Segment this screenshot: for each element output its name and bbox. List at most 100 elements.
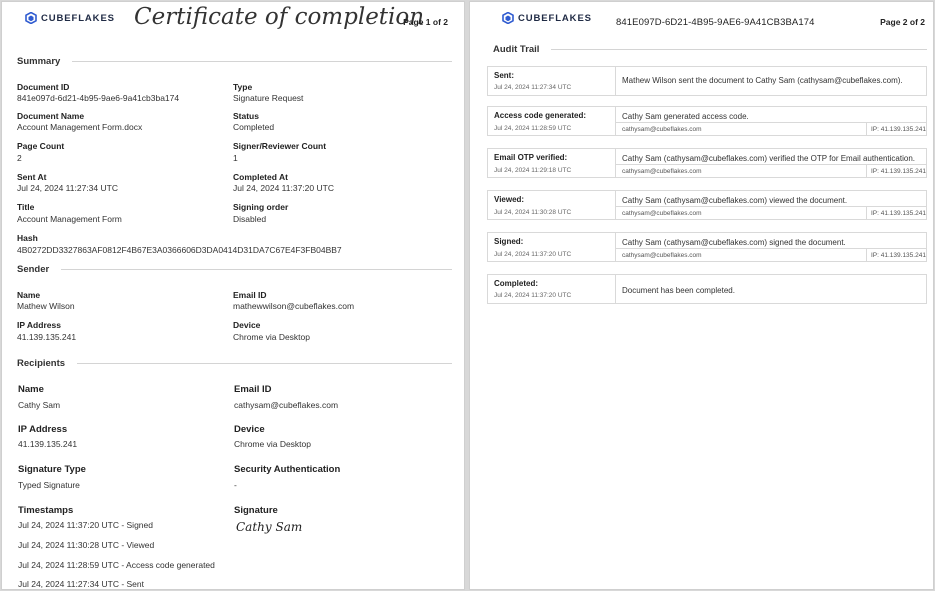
brand-name: CUBEFLAKES	[518, 12, 592, 24]
audit-event-email: cathysam@cubeflakes.com	[622, 210, 702, 217]
signing-order-value: Disabled	[233, 214, 267, 224]
summary-heading: Summary	[17, 56, 452, 67]
type-value: Signature Request	[233, 93, 304, 103]
field-label: Status	[233, 111, 259, 121]
audit-event-signed: Signed: Jul 24, 2024 11:37:20 UTC Cathy …	[487, 232, 927, 262]
timestamp-item: Jul 24, 2024 11:28:59 UTC - Access code …	[18, 560, 215, 570]
audit-event-time: Jul 24, 2024 11:30:28 UTC	[494, 209, 572, 216]
audit-event-otp-verified: Email OTP verified: Jul 24, 2024 11:29:1…	[487, 148, 927, 178]
document-id-value: 841e097d-6d21-4b95-9ae6-9a41cb3ba174	[17, 93, 180, 103]
audit-event-meta: cathysam@cubeflakes.com IP: 41.139.135.2…	[616, 122, 926, 135]
audit-event-description: Mathew Wilson sent the document to Cathy…	[622, 76, 903, 85]
page-number: Page 2 of 2	[880, 17, 925, 27]
audit-event-viewed: Viewed: Jul 24, 2024 11:30:28 UTC Cathy …	[487, 190, 927, 220]
field-label: Email ID	[234, 384, 272, 395]
signer-count-value: 1	[233, 153, 238, 163]
sender-device-value: Chrome via Desktop	[233, 332, 311, 342]
completed-at-value: Jul 24, 2024 11:37:20 UTC	[233, 183, 334, 193]
audit-event-description: Cathy Sam (cathysam@cubeflakes.com) view…	[622, 196, 848, 205]
audit-trail-heading: Audit Trail	[493, 44, 927, 55]
field-label: Signature Type	[18, 464, 86, 475]
audit-event-email: cathysam@cubeflakes.com	[622, 126, 702, 133]
section-divider	[72, 61, 452, 62]
title-value: Account Management Form	[17, 214, 122, 224]
sender-email-value: mathewwilson@cubeflakes.com	[233, 301, 355, 311]
recipient-email-value: cathysam@cubeflakes.com	[234, 400, 339, 410]
section-title: Audit Trail	[493, 44, 540, 55]
field-label: Page Count	[17, 141, 65, 151]
security-auth-value: -	[234, 480, 237, 490]
field-label: Hash	[17, 233, 38, 243]
audit-event-time: Jul 24, 2024 11:37:20 UTC	[494, 251, 572, 258]
brand-name: CUBEFLAKES	[41, 12, 115, 24]
section-title: Recipients	[17, 358, 66, 369]
brand-logo: CUBEFLAKES	[25, 12, 115, 24]
field-label: Title	[17, 202, 35, 212]
audit-event-description: Cathy Sam generated access code.	[622, 112, 749, 121]
field-label: Sent At	[17, 172, 47, 182]
audit-event-label: Access code generated:	[494, 111, 587, 120]
field-label: Device	[233, 320, 261, 330]
section-title: Summary	[17, 56, 61, 67]
audit-event-ip: IP: 41.139.135.241	[866, 207, 926, 219]
field-label: Type	[233, 82, 253, 92]
audit-event-sent: Sent: Jul 24, 2024 11:27:34 UTC Mathew W…	[487, 66, 927, 96]
certificate-page-2: CUBEFLAKES 841E097D-6D21-4B95-9AE6-9A41C…	[469, 1, 934, 590]
audit-event-time: Jul 24, 2024 11:29:18 UTC	[494, 167, 572, 174]
section-title: Sender	[17, 264, 50, 275]
document-name-value: Account Management Form.docx	[17, 122, 143, 132]
hash-value: 4B0272DD3327863AF0812F4B67E3A0366606D3DA…	[17, 245, 342, 255]
status-value: Completed	[233, 122, 275, 132]
page-count-value: 2	[17, 153, 22, 163]
audit-event-ip: IP: 41.139.135.241	[866, 165, 926, 177]
field-label: Completed At	[233, 172, 288, 182]
section-divider	[77, 363, 452, 364]
field-label: Device	[234, 424, 265, 435]
recipient-device-value: Chrome via Desktop	[234, 439, 312, 449]
audit-event-ip: IP: 41.139.135.241	[866, 249, 926, 261]
field-label: Name	[18, 384, 44, 395]
audit-event-time: Jul 24, 2024 11:27:34 UTC	[494, 84, 572, 91]
field-label: Document Name	[17, 111, 85, 121]
audit-event-email: cathysam@cubeflakes.com	[622, 168, 702, 175]
cube-logo-icon	[25, 12, 37, 24]
audit-event-time: Jul 24, 2024 11:28:59 UTC	[494, 125, 572, 132]
audit-event-label: Viewed:	[494, 195, 525, 204]
sent-at-value: Jul 24, 2024 11:27:34 UTC	[17, 183, 118, 193]
recipient-name-value: Cathy Sam	[18, 400, 61, 410]
timestamps-label: Timestamps	[18, 505, 74, 516]
sender-ip-value: 41.139.135.241	[17, 332, 77, 342]
sender-heading: Sender	[17, 264, 452, 275]
signature-label: Signature	[234, 505, 278, 516]
audit-event-label: Email OTP verified:	[494, 153, 568, 162]
audit-event-email: cathysam@cubeflakes.com	[622, 252, 702, 259]
section-divider	[61, 269, 452, 270]
brand-logo: CUBEFLAKES	[502, 12, 592, 24]
document-id-header: 841E097D-6D21-4B95-9AE6-9A41CB3BA174	[616, 17, 815, 28]
audit-event-meta: cathysam@cubeflakes.com IP: 41.139.135.2…	[616, 206, 926, 219]
page-number: Page 1 of 2	[403, 17, 448, 27]
audit-event-description: Cathy Sam (cathysam@cubeflakes.com) veri…	[622, 154, 915, 163]
audit-event-meta: cathysam@cubeflakes.com IP: 41.139.135.2…	[616, 164, 926, 177]
sender-name-value: Mathew Wilson	[17, 301, 75, 311]
timestamp-item: Jul 24, 2024 11:27:34 UTC - Sent	[18, 579, 145, 589]
audit-event-access-code: Access code generated: Jul 24, 2024 11:2…	[487, 106, 927, 136]
audit-event-completed: Completed: Jul 24, 2024 11:37:20 UTC Doc…	[487, 274, 927, 304]
signature-type-value: Typed Signature	[18, 480, 80, 490]
audit-event-label: Completed:	[494, 279, 538, 288]
field-label: IP Address	[18, 424, 68, 435]
audit-event-ip: IP: 41.139.135.241	[866, 123, 926, 135]
audit-event-description: Document has been completed.	[622, 286, 735, 295]
audit-event-label: Signed:	[494, 237, 524, 246]
field-label: Security Authentication	[234, 464, 341, 475]
field-label: IP Address	[17, 320, 61, 330]
audit-event-description: Cathy Sam (cathysam@cubeflakes.com) sign…	[622, 238, 846, 247]
audit-event-time: Jul 24, 2024 11:37:20 UTC	[494, 292, 572, 299]
section-divider	[551, 49, 927, 50]
signature-image: Cathy Sam	[236, 520, 303, 534]
cube-logo-icon	[502, 12, 514, 24]
field-label: Signing order	[233, 202, 289, 212]
field-label: Signer/Reviewer Count	[233, 141, 327, 151]
audit-event-label: Sent:	[494, 71, 514, 80]
audit-event-meta: cathysam@cubeflakes.com IP: 41.139.135.2…	[616, 248, 926, 261]
